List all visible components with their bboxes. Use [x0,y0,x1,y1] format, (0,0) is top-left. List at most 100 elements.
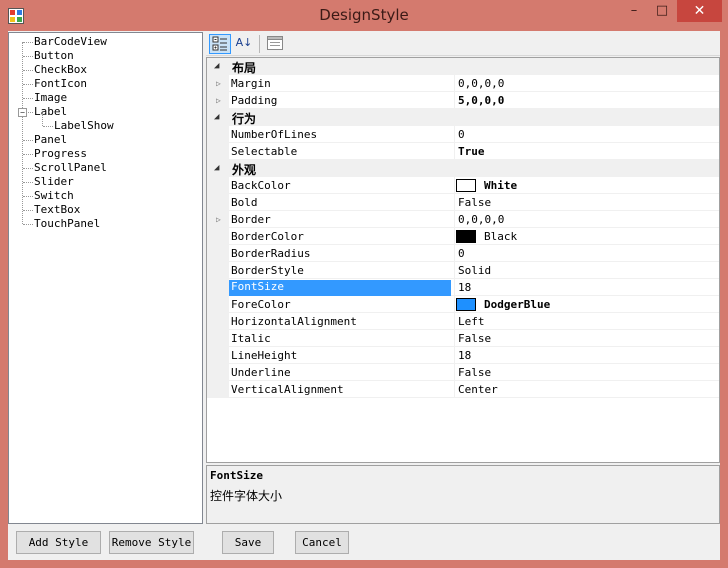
alphabetical-button[interactable]: A↓ [233,34,255,54]
property-name[interactable]: BorderStyle [231,264,453,279]
property-name[interactable]: Padding [231,94,453,109]
category-header[interactable]: ◢ 外观 [207,160,719,177]
property-row-border[interactable]: ▷ Border 0,0,0,0 [207,211,719,228]
property-value[interactable]: 0,0,0,0 [458,77,504,90]
property-value[interactable]: 18 [458,281,471,294]
property-name[interactable]: Underline [231,366,453,381]
property-row-borderstyle[interactable]: BorderStyle Solid [207,262,719,279]
tree-item-checkbox[interactable]: CheckBox [34,63,87,77]
property-row-borderradius[interactable]: BorderRadius 0 [207,245,719,262]
categorized-button[interactable] [209,34,231,54]
property-value[interactable]: Solid [458,264,491,277]
property-row-selectable[interactable]: Selectable True [207,143,719,160]
property-row-padding[interactable]: ▷ Padding 5,0,0,0 [207,92,719,109]
collapse-icon[interactable]: − [18,108,27,117]
property-name[interactable]: FontSize [229,280,451,296]
property-name[interactable]: HorizontalAlignment [231,315,453,330]
column-divider [454,330,455,347]
row-margin [207,143,229,160]
property-value[interactable]: Center [458,383,498,396]
tree-item-button[interactable]: Button [34,49,74,63]
property-value[interactable]: 0 [458,128,465,141]
tree-item-scrollpanel[interactable]: ScrollPanel [34,161,107,175]
property-value[interactable]: False [458,366,491,379]
tree-item-image[interactable]: Image [34,91,67,105]
property-row-verticalalignment[interactable]: VerticalAlignment Center [207,381,719,398]
property-row-numberoflines[interactable]: NumberOfLines 0 [207,126,719,143]
style-tree-view[interactable]: BarCodeView Button CheckBox FontIcon Image − L… [8,32,203,524]
property-row-margin[interactable]: ▷ Margin 0,0,0,0 [207,75,719,92]
property-name[interactable]: Italic [231,332,453,347]
tree-item-labelshow[interactable]: LabelShow [54,119,114,133]
collapse-icon[interactable]: ◢ [214,163,219,173]
property-grid-rows: ◢ 布局 ▷ Margin 0,0,0,0 ▷ Padding 5,0,0,0 ◢ 行为 Numbe… [206,57,720,463]
property-value[interactable]: White [484,179,517,192]
property-row-backcolor[interactable]: BackColor White [207,177,719,194]
column-divider [454,279,455,296]
property-value[interactable]: True [458,145,485,158]
property-row-horizontalalignment[interactable]: HorizontalAlignment Left [207,313,719,330]
property-row-lineheight[interactable]: LineHeight 18 [207,347,719,364]
tree-item-label[interactable]: Label [34,105,67,119]
property-row-bold[interactable]: Bold False [207,194,719,211]
property-row-italic[interactable]: Italic False [207,330,719,347]
property-name[interactable]: BackColor [231,179,453,194]
category-header[interactable]: ◢ 布局 [207,58,719,75]
tree-branch-line [23,70,33,71]
tree-branch-line [23,224,33,225]
property-value[interactable]: Black [484,230,517,243]
property-name[interactable]: Margin [231,77,453,92]
property-value[interactable]: False [458,332,491,345]
cancel-button[interactable]: Cancel [295,531,349,554]
add-style-button[interactable]: Add Style [16,531,101,554]
property-name[interactable]: Border [231,213,453,228]
property-name[interactable]: NumberOfLines [231,128,453,143]
remove-style-button[interactable]: Remove Style [109,531,194,554]
property-name[interactable]: Bold [231,196,453,211]
category-label: 外观 [232,163,257,177]
save-button[interactable]: Save [222,531,274,554]
tree-item-slider[interactable]: Slider [34,175,74,189]
property-name[interactable]: BorderColor [231,230,453,245]
close-button[interactable]: ✕ [677,0,722,22]
property-value[interactable]: DodgerBlue [484,298,550,311]
category-header[interactable]: ◢ 行为 [207,109,719,126]
tree-item-barcodeview[interactable]: BarCodeView [34,35,107,49]
property-name[interactable]: BorderRadius [231,247,453,262]
property-value[interactable]: False [458,196,491,209]
tree-item-fonticon[interactable]: FontIcon [34,77,87,91]
tree-item-textbox[interactable]: TextBox [34,203,80,217]
maximize-button[interactable]: □ [648,0,676,22]
property-row-underline[interactable]: Underline False [207,364,719,381]
tree-branch-line [23,210,33,211]
expand-icon[interactable]: ▷ [216,79,221,88]
property-name[interactable]: ForeColor [231,298,453,313]
property-value[interactable]: 18 [458,349,471,362]
property-value[interactable]: 5,0,0,0 [458,94,504,107]
tree-branch-line [23,182,33,183]
tree-item-panel[interactable]: Panel [34,133,67,147]
expand-icon[interactable]: ▷ [216,96,221,105]
tree-item-touchpanel[interactable]: TouchPanel [34,217,100,231]
property-row-bordercolor[interactable]: BorderColor Black [207,228,719,245]
property-name[interactable]: Selectable [231,145,453,160]
property-name[interactable]: VerticalAlignment [231,383,453,398]
property-pages-icon [267,36,283,50]
property-value[interactable]: 0 [458,247,465,260]
property-name[interactable]: LineHeight [231,349,453,364]
property-row-fontsize[interactable]: FontSize 18 [207,279,719,296]
minimize-button[interactable]: – [620,0,648,22]
property-value[interactable]: 0,0,0,0 [458,213,504,226]
expand-icon[interactable]: ▷ [216,215,221,224]
tree-branch-line [23,154,33,155]
tree-item-progress[interactable]: Progress [34,147,87,161]
property-value[interactable]: Left [458,315,485,328]
tree-item-switch[interactable]: Switch [34,189,74,203]
collapse-icon[interactable]: ◢ [214,61,219,71]
property-pages-button[interactable] [264,34,286,54]
property-row-forecolor[interactable]: ForeColor DodgerBlue [207,296,719,313]
collapse-icon[interactable]: ◢ [214,112,219,122]
tree-branch-line [23,98,33,99]
property-grid-toolbar: A↓ [206,32,720,56]
tree-branch-line [23,84,33,85]
